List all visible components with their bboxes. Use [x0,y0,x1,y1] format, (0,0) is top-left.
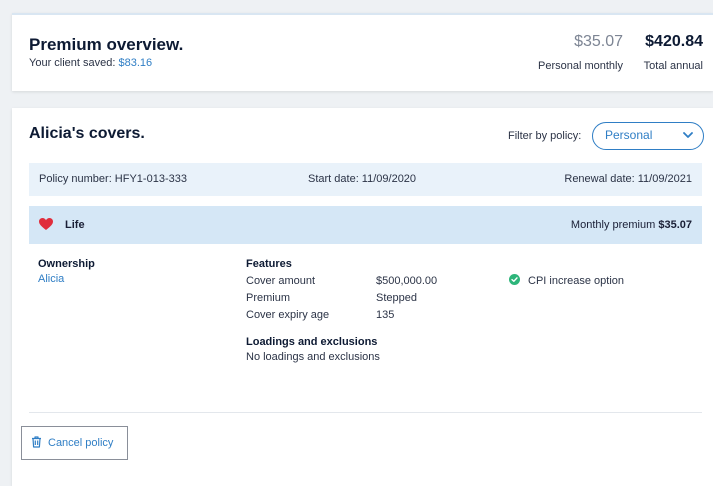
cancel-policy-label: Cancel policy [48,437,114,449]
divider [29,412,702,413]
monthly-premium-value: $35.07 [658,219,692,231]
loadings-section: Loadings and exclusions No loadings and … [246,336,380,363]
policy-filter-value: Personal [605,128,653,142]
client-saved-amount: $83.16 [118,57,153,69]
features-heading: Features [246,258,292,270]
feature-value: $500,000.00 [376,275,438,287]
trash-icon [31,435,42,451]
feature-label: Premium [246,292,291,304]
loadings-heading: Loadings and exclusions [246,336,378,348]
policy-start-date: Start date: 11/09/2020 [308,173,417,185]
feature-row: Cover amount $500,000.00 [246,273,437,290]
monthly-premium-label: Monthly premium [570,219,659,231]
chevron-down-icon [683,123,693,148]
personal-monthly-stat: $35.07 Personal monthly [538,33,623,72]
feature-value: 135 [376,309,395,321]
client-saved: Your client saved: $83.16 [29,57,152,69]
ownership-heading: Ownership [38,258,95,270]
overview-title: Premium overview. [29,35,184,54]
heart-icon [39,218,53,234]
feature-label: Cover amount [246,275,316,287]
policy-renewal-date: Renewal date: 11/09/2021 [564,173,692,185]
cover-type-name: Life [65,219,85,231]
feature-row: Cover expiry age 135 [246,307,437,324]
total-annual-value: $420.84 [645,33,703,50]
filter-label: Filter by policy: [508,130,582,142]
feature-row: Premium Stepped [246,290,437,307]
covers-title: Alicia's covers. [29,125,145,142]
cancel-policy-button[interactable]: Cancel policy [21,426,128,460]
client-saved-label: Your client saved: [29,57,119,69]
total-annual-label: Total annual [643,60,703,72]
policy-filter-select[interactable]: Personal [592,122,704,150]
owner-link[interactable]: Alicia [38,273,95,285]
cpi-label: CPI increase option [528,275,624,287]
policy-number: Policy number: HFY1-013-333 [39,173,187,185]
feature-value: Stepped [376,292,417,304]
feature-label: Cover expiry age [246,309,330,321]
features-section: Features Cover amount $500,000.00 Premiu… [246,258,437,324]
policy-info-bar: Policy number: HFY1-013-333 Start date: … [29,163,702,196]
personal-monthly-label: Personal monthly [538,60,623,72]
cpi-increase-option: CPI increase option [509,274,624,288]
total-annual-stat: $420.84 Total annual [644,33,703,72]
check-circle-icon [509,274,520,288]
loadings-text: No loadings and exclusions [246,351,380,363]
life-cover-header: Life Monthly premium $35.07 [29,206,702,244]
personal-monthly-value: $35.07 [574,33,623,50]
monthly-premium: Monthly premium $35.07 [571,219,692,231]
covers-card: Alicia's covers. Filter by policy: Perso… [12,108,713,486]
premium-overview-card: Premium overview. Your client saved: $83… [12,13,713,91]
ownership-section: Ownership Alicia [38,258,95,285]
